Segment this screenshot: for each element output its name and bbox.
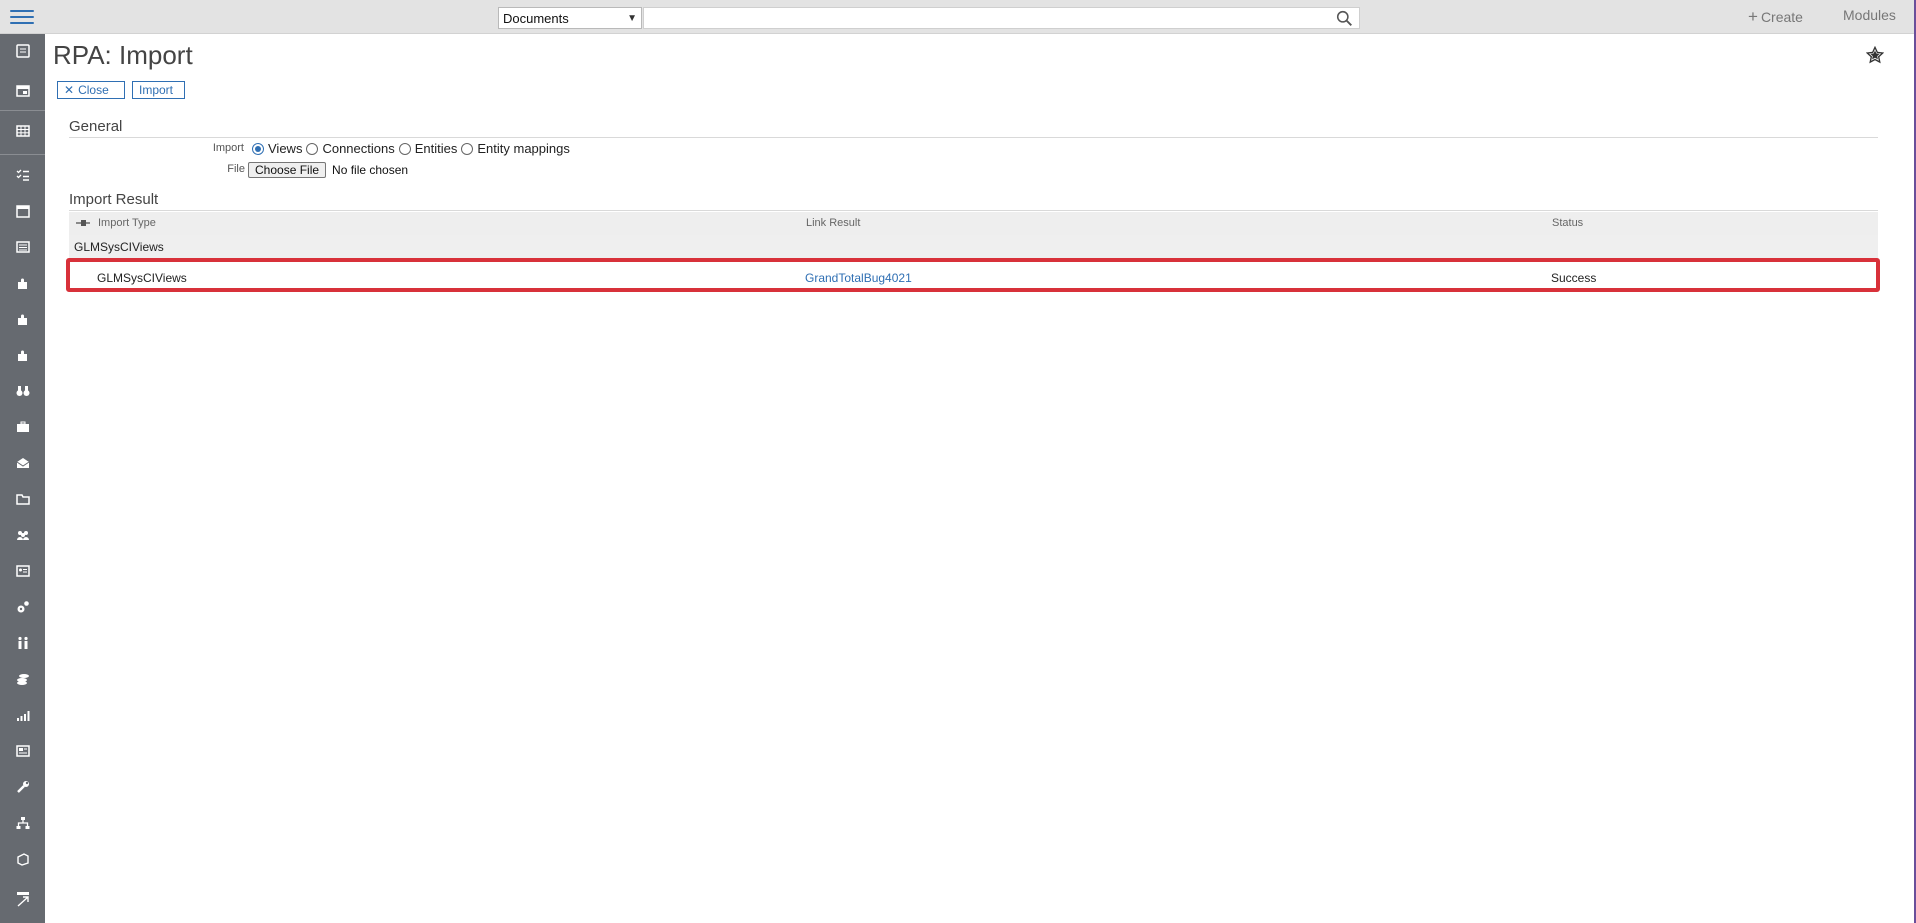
- puzzle-icon[interactable]: [0, 268, 45, 298]
- file-field-label: File: [227, 163, 245, 175]
- import-button-label: Import: [139, 83, 174, 97]
- newspaper-icon[interactable]: [0, 736, 45, 766]
- calendar-icon[interactable]: [0, 196, 45, 226]
- file-input: Choose File No file chosen: [248, 162, 408, 178]
- radio-label: Connections: [322, 141, 395, 156]
- gears-icon[interactable]: [0, 592, 45, 622]
- checklist-icon[interactable]: [0, 160, 45, 190]
- general-section-title: General: [69, 118, 123, 135]
- list-icon[interactable]: [0, 232, 45, 262]
- hamburger-menu-icon[interactable]: [10, 7, 34, 27]
- choose-file-button[interactable]: Choose File: [248, 162, 327, 178]
- import-field-label: Import: [212, 142, 244, 154]
- create-button[interactable]: + Create: [1748, 7, 1803, 27]
- radio-button-checked[interactable]: [252, 142, 264, 155]
- table-header: Import Type Link Result Status: [69, 212, 1878, 235]
- import-button[interactable]: Import: [132, 81, 185, 99]
- column-header-link-result[interactable]: Link Result: [806, 217, 860, 229]
- coins-icon[interactable]: [0, 664, 45, 694]
- import-type-radio-group: Views Connections Entities Entity mappin…: [252, 141, 574, 156]
- window-icon[interactable]: [0, 76, 45, 106]
- link-result-link[interactable]: GrandTotalBug4021: [805, 271, 912, 285]
- close-icon: ✕: [64, 83, 75, 97]
- radio-views[interactable]: Views: [252, 141, 302, 156]
- search-input[interactable]: [643, 7, 1360, 29]
- column-header-import-type[interactable]: Import Type: [98, 217, 156, 229]
- box-icon[interactable]: [0, 844, 45, 874]
- pin-icon[interactable]: [76, 218, 90, 228]
- status-cell: Success: [1551, 271, 1597, 285]
- mail-icon[interactable]: [0, 448, 45, 478]
- radio-label: Views: [268, 141, 303, 156]
- radio-button[interactable]: [306, 142, 319, 155]
- search-scope-select[interactable]: Documents ▼: [498, 7, 642, 29]
- org-chart-icon[interactable]: [0, 808, 45, 838]
- radio-entities[interactable]: Entities: [398, 141, 458, 156]
- puzzle-icon[interactable]: [0, 340, 45, 370]
- create-label: Create: [1760, 9, 1803, 25]
- sidebar: [0, 34, 45, 923]
- sidebar-divider: [0, 154, 45, 155]
- section-divider: [69, 137, 1878, 138]
- group-label: GLMSysCIViews: [74, 240, 164, 254]
- file-status: No file chosen: [332, 163, 409, 177]
- folder-icon[interactable]: [0, 484, 45, 514]
- top-bar: Documents ▼ + Create Modules: [0, 0, 1916, 34]
- radio-entity-mappings[interactable]: Entity mappings: [461, 141, 570, 156]
- id-card-icon[interactable]: [0, 556, 45, 586]
- users-icon[interactable]: [0, 520, 45, 550]
- puzzle-icon[interactable]: [0, 304, 45, 334]
- plus-icon: +: [1748, 7, 1758, 26]
- radio-button[interactable]: [398, 142, 411, 155]
- window-arrow-icon[interactable]: [0, 884, 45, 914]
- table-row[interactable]: GLMSysCIViews GrandTotalBug4021 Success: [66, 258, 1880, 292]
- section-divider: [69, 210, 1878, 211]
- close-button[interactable]: ✕ Close: [57, 81, 125, 99]
- chart-icon[interactable]: [0, 700, 45, 730]
- sidebar-divider: [0, 110, 45, 111]
- radio-connections[interactable]: Connections: [306, 141, 395, 156]
- column-header-status[interactable]: Status: [1552, 217, 1583, 229]
- import-type-cell: GLMSysCIViews: [97, 271, 187, 285]
- chevron-down-icon: ▼: [627, 12, 637, 24]
- radio-label: Entity mappings: [477, 141, 570, 156]
- page-title: RPA: Import: [53, 40, 193, 70]
- close-button-label: Close: [78, 83, 109, 97]
- wrench-icon[interactable]: [0, 772, 45, 802]
- search-icon[interactable]: [1336, 10, 1353, 27]
- people-icon[interactable]: [0, 628, 45, 658]
- modules-button[interactable]: Modules: [1843, 7, 1896, 23]
- import-result-section-title: Import Result: [69, 191, 159, 208]
- grid-icon[interactable]: [0, 116, 45, 146]
- radio-label: Entities: [414, 141, 458, 156]
- star-icon[interactable]: [1866, 46, 1884, 64]
- binoculars-icon[interactable]: [0, 376, 45, 406]
- address-book-icon[interactable]: [0, 36, 45, 66]
- search-scope-value: Documents: [503, 10, 569, 26]
- briefcase-icon[interactable]: [0, 412, 45, 442]
- table-group-row[interactable]: GLMSysCIViews: [69, 235, 1878, 259]
- radio-button[interactable]: [461, 142, 474, 155]
